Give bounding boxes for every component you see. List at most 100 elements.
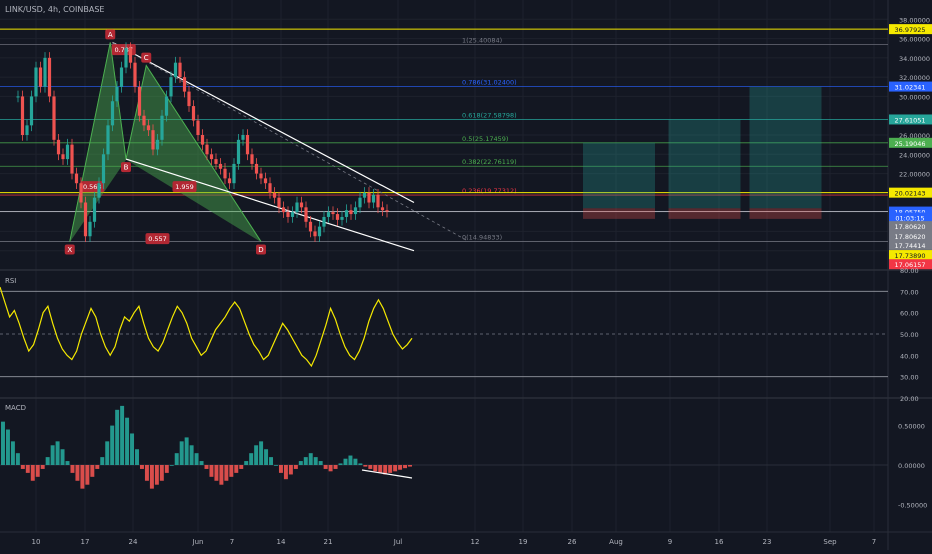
- price-axis-badge-label[interactable]: 27.61051: [894, 116, 925, 124]
- candle-body: [286, 212, 290, 217]
- candle-body: [385, 210, 389, 212]
- macd-histogram-bar: [244, 461, 249, 465]
- macd-histogram-bar: [90, 465, 95, 477]
- time-axis-tick[interactable]: Sep: [823, 538, 837, 546]
- fib-level-label: 1(25.40084): [462, 36, 502, 44]
- time-axis-tick[interactable]: 12: [471, 538, 480, 546]
- candle-body: [20, 96, 25, 135]
- candle-body: [322, 216, 326, 227]
- macd-histogram-bar: [368, 465, 373, 469]
- price-axis-badge-label[interactable]: 20.02143: [894, 190, 925, 198]
- time-axis-tick[interactable]: 14: [277, 538, 286, 546]
- macd-histogram-bar: [333, 465, 338, 469]
- candle-body: [115, 86, 119, 102]
- time-axis-tick[interactable]: 17: [81, 538, 90, 546]
- time-axis-tick[interactable]: 26: [568, 538, 577, 546]
- macd-histogram-bar: [164, 465, 169, 473]
- price-axis-tick[interactable]: 38.00000: [899, 16, 930, 24]
- rsi-axis-tick[interactable]: 80.00: [900, 267, 919, 275]
- candle-body: [142, 115, 146, 126]
- macd-histogram-bar: [269, 457, 274, 465]
- rsi-axis-tick[interactable]: 40.00: [900, 352, 919, 360]
- macd-histogram-bar: [189, 445, 194, 465]
- macd-histogram-bar: [30, 465, 35, 481]
- time-axis-tick[interactable]: Jun: [192, 538, 204, 546]
- rsi-axis-tick[interactable]: 50.00: [900, 331, 919, 339]
- candle-body: [290, 212, 295, 217]
- macd-histogram-bar: [10, 441, 15, 465]
- candle-body: [146, 125, 151, 131]
- candle-body: [304, 207, 308, 222]
- time-axis-tick[interactable]: 7: [872, 538, 876, 546]
- macd-histogram-bar: [184, 437, 189, 465]
- candle-body: [61, 154, 65, 160]
- candle-body: [169, 77, 173, 97]
- macd-histogram-bar: [40, 465, 45, 469]
- price-axis-badge-label[interactable]: 36.97925: [894, 26, 925, 34]
- price-axis-tick[interactable]: 34.00000: [899, 55, 930, 63]
- price-axis-badge-label[interactable]: 17.74414: [894, 242, 925, 250]
- macd-histogram-bar: [348, 455, 353, 465]
- macd-axis-tick[interactable]: 0.50000: [898, 423, 925, 431]
- rsi-label: RSI: [5, 277, 16, 285]
- time-axis-tick[interactable]: Jul: [393, 538, 403, 546]
- price-axis-tick[interactable]: 30.00000: [899, 93, 930, 101]
- macd-histogram-bar: [20, 465, 25, 469]
- candle-body: [97, 183, 101, 198]
- price-axis-badge-label[interactable]: 17.80620: [894, 223, 925, 231]
- price-axis-badge-label[interactable]: 17.80620: [894, 233, 925, 241]
- time-axis-tick[interactable]: Aug: [609, 538, 623, 546]
- candle-body: [56, 139, 61, 155]
- macd-histogram-bar: [209, 465, 214, 477]
- macd-histogram-bar: [169, 465, 174, 466]
- macd-histogram-bar: [144, 465, 149, 481]
- price-axis-tick[interactable]: 22.00000: [899, 171, 930, 179]
- candle-body: [218, 163, 223, 169]
- candle-body: [88, 221, 92, 237]
- time-axis-tick[interactable]: 19: [519, 538, 528, 546]
- macd-histogram-bar: [154, 465, 159, 485]
- time-axis-tick[interactable]: 10: [32, 538, 41, 546]
- macd-axis-tick[interactable]: -0.50000: [898, 501, 927, 509]
- rsi-axis-tick[interactable]: 60.00: [900, 310, 919, 318]
- candle-body: [308, 221, 313, 232]
- candle-body: [160, 115, 164, 140]
- macd-histogram-bar: [219, 465, 224, 485]
- macd-axis-tick[interactable]: 0.00000: [898, 462, 925, 470]
- candle-body: [272, 192, 277, 198]
- candle-body: [214, 159, 218, 164]
- candle-body: [70, 144, 74, 174]
- rsi-axis-tick[interactable]: 30.00: [900, 374, 919, 382]
- candle-body: [43, 57, 47, 87]
- time-axis-tick[interactable]: 16: [715, 538, 724, 546]
- candle-body: [191, 106, 196, 121]
- price-axis-badge-label[interactable]: 25.19046: [894, 140, 925, 148]
- harmonic-point-label: A: [108, 31, 113, 39]
- time-axis-tick[interactable]: 24: [129, 538, 138, 546]
- price-axis-tick[interactable]: 24.00000: [899, 151, 930, 159]
- candle-body: [353, 207, 358, 215]
- rsi-axis-tick[interactable]: 20.00: [900, 395, 919, 403]
- macd-histogram-bar: [293, 465, 298, 469]
- time-axis-tick[interactable]: 21: [324, 538, 333, 546]
- macd-histogram-bar: [214, 465, 219, 481]
- candle-body: [187, 91, 191, 107]
- candle-body: [349, 210, 353, 215]
- price-axis-badge-label[interactable]: 31.02341: [894, 84, 925, 92]
- time-axis-tick[interactable]: 7: [230, 538, 234, 546]
- candle-body: [205, 144, 209, 155]
- candle-body: [74, 173, 79, 184]
- macd-histogram-bar: [308, 453, 313, 465]
- macd-histogram-bar: [249, 453, 254, 465]
- price-axis-tick[interactable]: 36.00000: [899, 36, 930, 44]
- macd-histogram-bar: [358, 463, 363, 465]
- macd-histogram-bar: [264, 449, 269, 465]
- candle-body: [331, 212, 335, 215]
- time-axis-tick[interactable]: 23: [763, 538, 772, 546]
- rsi-axis-tick[interactable]: 70.00: [900, 288, 919, 296]
- price-axis-badge-label[interactable]: 17.73890: [894, 252, 925, 260]
- candle-body: [227, 178, 232, 184]
- price-axis-tick[interactable]: 32.00000: [899, 74, 930, 82]
- fib-level-label: 0.5(25.17459): [462, 135, 508, 143]
- time-axis-tick[interactable]: 9: [668, 538, 672, 546]
